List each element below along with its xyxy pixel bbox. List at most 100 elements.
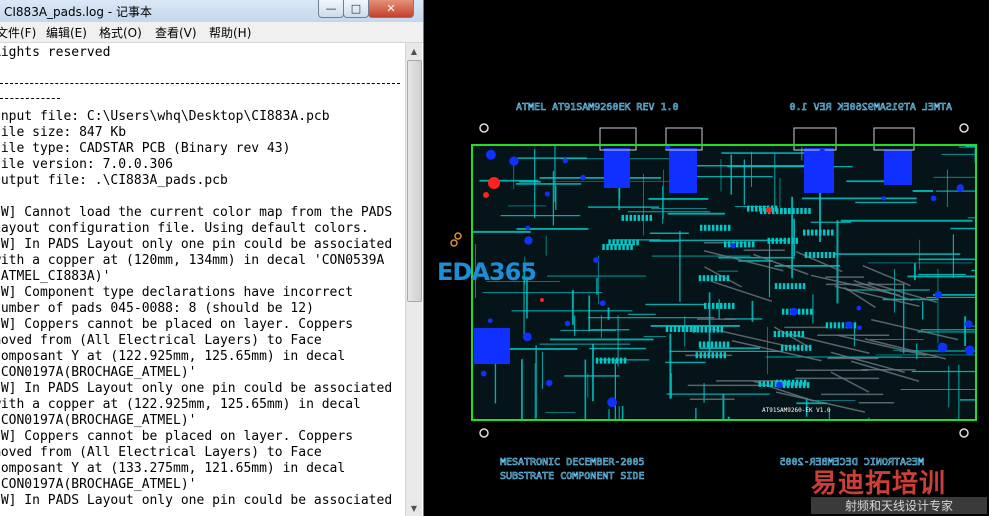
pcb-pad: [759, 208, 763, 215]
pcb-pad: [812, 252, 816, 259]
pcb-pad: [778, 283, 782, 290]
pcb-pad: [612, 239, 615, 246]
pcb-pad: [714, 341, 718, 348]
pcb-via: [730, 243, 736, 249]
pcb-pad: [786, 283, 790, 290]
pcb-pad: [775, 237, 779, 244]
pcb-pad: [763, 208, 767, 215]
pcb-via: [522, 332, 532, 342]
pcb-pad: [735, 241, 739, 248]
pcb-pad: [775, 208, 779, 215]
menu-view[interactable]: 查看(V): [155, 24, 197, 41]
pcb-via: [934, 290, 943, 299]
pcb-pad: [804, 208, 807, 215]
maximize-button[interactable]: □: [343, 0, 369, 18]
log-line: Output file: .\CI883A_pads.pcb: [0, 173, 228, 188]
scroll-up-arrow-icon[interactable]: ▲: [406, 43, 422, 59]
pcb-pad: [758, 380, 762, 387]
menu-help[interactable]: 帮助(H): [209, 24, 251, 41]
close-button[interactable]: ✕: [368, 0, 414, 18]
pcb-marker: [540, 298, 544, 302]
pcb-pad: [783, 379, 787, 386]
pcb-pad: [718, 275, 722, 282]
pcb-pad: [706, 341, 710, 348]
scroll-thumb[interactable]: [407, 60, 422, 302]
pcb-pad: [801, 308, 805, 315]
log-line: Layout configuration file. Using default…: [0, 221, 369, 236]
pcb-pad: [792, 344, 796, 351]
pcb-pad: [802, 283, 806, 290]
pcb-pad: [603, 357, 607, 364]
pcb-pad: [787, 379, 791, 386]
pcb-via: [593, 257, 599, 263]
pcb-pad: [719, 302, 723, 309]
pcb-pad: [727, 241, 731, 248]
pcb-pad: [695, 352, 699, 359]
pcb-pad: [706, 275, 710, 282]
log-line: 'CON0197A(BROCHAGE_ATMEL)': [0, 413, 197, 428]
pcb-marker: [488, 177, 500, 189]
pcb-pad: [727, 224, 731, 231]
pcb-pad: [620, 239, 623, 246]
pcb-pad: [783, 237, 787, 244]
scroll-down-arrow-icon[interactable]: ▼: [406, 500, 422, 516]
pcb-pad: [800, 344, 804, 351]
pcb-viewer[interactable]: ATMEL AT91SAM9260EK REV 1.0 ATMEL AT91SA…: [424, 0, 989, 516]
menu-edit[interactable]: 编辑(E): [46, 24, 87, 41]
pcb-pad: [766, 380, 770, 387]
bottom-left-label-2: SUBSTRATE COMPONENT SIDE: [500, 471, 645, 482]
pcb-pad: [801, 331, 805, 338]
pcb-pad: [771, 208, 775, 215]
pcb-via: [487, 318, 493, 324]
bottom-left-label-1: MESATRONIC DECEMBER-2005: [500, 457, 645, 468]
pcb-pad: [723, 352, 727, 359]
pcb-pad: [636, 239, 639, 246]
pcb-pad: [611, 357, 615, 364]
vertical-scrollbar[interactable]: ▲ ▼: [405, 43, 422, 516]
pcb-pad: [808, 208, 811, 215]
pcb-pad: [788, 344, 792, 351]
pcb-pad: [832, 252, 836, 259]
pcb-pad: [645, 214, 649, 221]
log-line: [W] Coppers cannot be placed on layer. C…: [0, 317, 354, 332]
pcb-pad: [824, 252, 828, 259]
log-line: (ATMEL_CI883A)': [0, 269, 111, 284]
pcb-pad: [793, 331, 797, 338]
pcb-pad: [710, 341, 714, 348]
text-editor[interactable]: Rights reserved Input file: C:\Users\whq\…: [0, 43, 405, 516]
pcb-pad: [722, 341, 726, 348]
log-line: Composant Y at (133.275mm, 121.65mm) in …: [0, 461, 346, 476]
pcb-pad: [723, 241, 727, 248]
pcb-via: [818, 148, 826, 156]
pcb-pad: [785, 331, 789, 338]
pcb-pad: [781, 331, 785, 338]
minimize-icon: —: [325, 2, 337, 15]
pcb-pad: [743, 241, 747, 248]
log-line: number of pads 045-0088: 8 (should be 12…: [0, 301, 314, 316]
pcb-pad: [625, 214, 629, 221]
pcb-pad: [711, 352, 715, 359]
pcb-pad: [811, 229, 814, 236]
pcb-pad: [722, 275, 726, 282]
menu-file[interactable]: 文件(F): [0, 24, 36, 41]
pcb-pad: [673, 325, 677, 332]
minimize-button[interactable]: —: [318, 0, 344, 18]
pcb-marker: [483, 192, 489, 198]
pcb-pad: [641, 214, 645, 221]
pcb-pad: [623, 357, 627, 364]
pcb-pad: [707, 302, 711, 309]
pcb-pad: [837, 322, 841, 329]
pcb-pad: [727, 302, 731, 309]
pcb-pad: [637, 214, 641, 221]
edatop-watermark-subtitle: 射频和天线设计专家: [811, 497, 987, 514]
log-line: with a copper at (120mm, 134mm) in decal…: [0, 253, 385, 268]
pcb-pad: [785, 308, 789, 315]
pcb-pad: [784, 344, 788, 351]
pcb-pad: [677, 325, 681, 332]
menu-format[interactable]: 格式(O): [99, 24, 142, 41]
pcb-connector: [884, 150, 912, 185]
pcb-pad: [841, 322, 845, 329]
pcb-via: [480, 370, 487, 377]
title-bar[interactable]: CI883A_pads.log - 记事本 — □ ✕: [0, 0, 423, 23]
pcb-pad: [607, 357, 611, 364]
